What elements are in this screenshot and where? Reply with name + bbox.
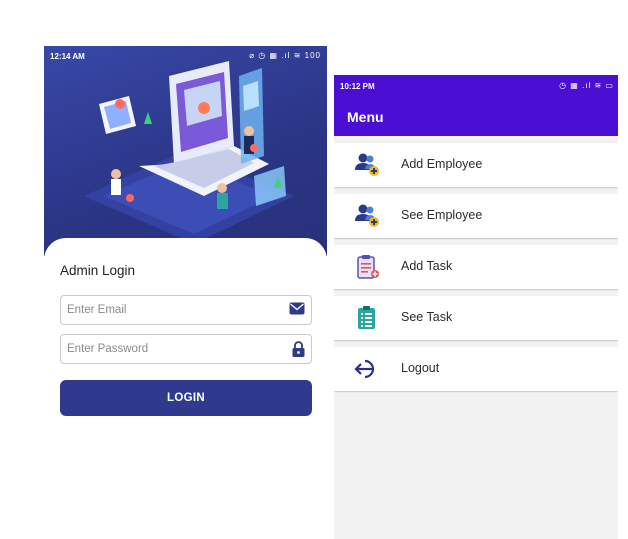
menu-item-label: See Task	[401, 310, 453, 324]
login-title: Admin Login	[60, 263, 136, 278]
menu-item-logout[interactable]: Logout	[334, 347, 618, 391]
email-input[interactable]	[61, 296, 287, 324]
app-bar: 10:12 PM ◷ ▦ .ıl ≋ ▭ Menu	[334, 75, 618, 136]
menu-item-label: Add Employee	[401, 157, 483, 171]
add-task-icon	[357, 255, 379, 279]
see-employee-icon	[355, 204, 379, 227]
add-employee-icon	[355, 153, 379, 176]
status-icons: ◷ ▦ .ıl ≋ ▭	[559, 81, 614, 90]
menu-item-add-task[interactable]: Add Task	[334, 245, 618, 289]
login-button[interactable]: LOGIN	[60, 380, 312, 416]
status-icons: ⌀ ◷ ▦ .ıl ≋ 100	[249, 51, 321, 60]
menu-item-label: See Employee	[401, 208, 483, 222]
see-task-icon	[358, 306, 375, 329]
menu-item-label: Logout	[401, 361, 440, 375]
password-input[interactable]	[61, 335, 287, 363]
status-bar: 12:14 AM ⌀ ◷ ▦ .ıl ≋ 100	[44, 46, 327, 66]
status-time: 12:14 AM	[50, 52, 85, 61]
email-field[interactable]	[60, 295, 312, 325]
password-field[interactable]	[60, 334, 312, 364]
menu-screen: 10:12 PM ◷ ▦ .ıl ≋ ▭ Menu Add Employee S…	[334, 75, 618, 539]
hero-illustration	[44, 46, 327, 256]
laptop-map-illustration-icon	[84, 61, 294, 244]
menu-item-see-employee[interactable]: See Employee	[334, 194, 618, 238]
status-time: 10:12 PM	[340, 82, 375, 91]
logout-icon	[354, 359, 375, 379]
menu-item-see-task[interactable]: See Task	[334, 296, 618, 340]
menu-item-label: Add Task	[401, 259, 453, 273]
login-screen: 12:14 AM ⌀ ◷ ▦ .ıl ≋ 100 Admin Login LOG…	[44, 46, 327, 539]
page-title: Menu	[347, 109, 384, 125]
lock-icon	[292, 341, 305, 357]
menu-item-add-employee[interactable]: Add Employee	[334, 143, 618, 187]
envelope-icon	[289, 302, 305, 315]
